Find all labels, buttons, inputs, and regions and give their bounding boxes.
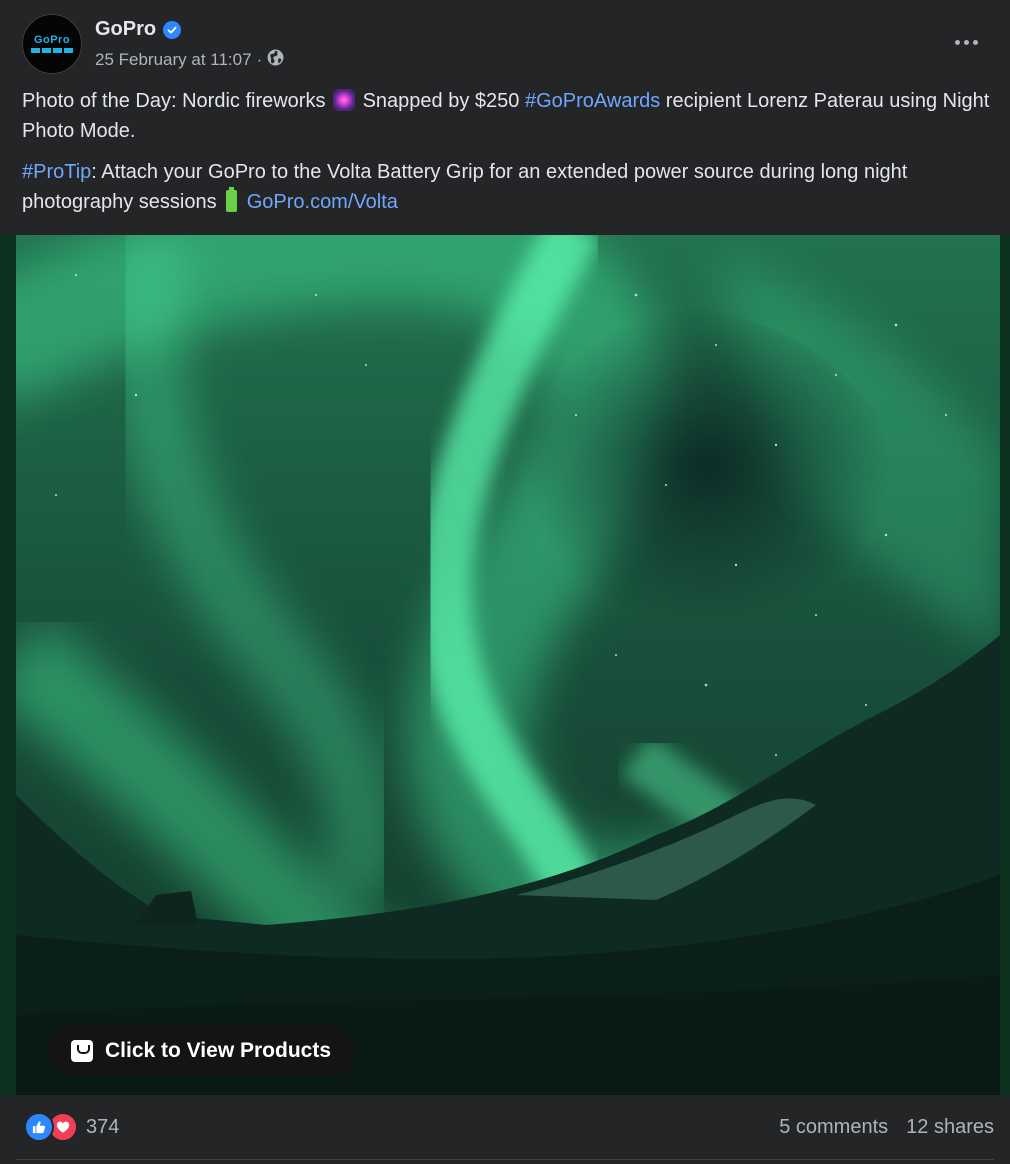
- like-reaction-icon: [24, 1112, 54, 1142]
- battery-emoji-icon: [226, 187, 238, 212]
- more-options-button[interactable]: [948, 26, 984, 58]
- aurora-photo: [16, 235, 1000, 1095]
- verified-badge-icon: [163, 20, 182, 39]
- post-footer: 374 5 comments 12 shares: [0, 1096, 1010, 1164]
- more-options-icon: [954, 39, 960, 45]
- post-paragraph-2: #ProTip: Attach your GoPro to the Volta …: [22, 161, 908, 213]
- shopping-bag-icon: [71, 1040, 93, 1062]
- post-meta: 25 February at 11:07 ·: [95, 49, 284, 71]
- post-paragraph-1: Photo of the Day: Nordic fireworks Snapp…: [22, 89, 990, 142]
- facebook-post: GoPro GoPro 25 February at 11:07 · Photo…: [0, 0, 1010, 1164]
- hashtag-link-protip[interactable]: #ProTip: [22, 161, 91, 183]
- hashtag-link-gopro-awards[interactable]: #GoProAwards: [525, 90, 660, 112]
- page-name-link[interactable]: GoPro: [95, 18, 156, 41]
- post-photo[interactable]: Click to View Products: [16, 235, 1000, 1095]
- avatar[interactable]: GoPro: [22, 14, 82, 74]
- view-products-label: Click to View Products: [105, 1039, 332, 1062]
- reaction-count: 374: [86, 1115, 120, 1138]
- post-timestamp[interactable]: 25 February at 11:07: [95, 50, 252, 70]
- globe-icon: [267, 49, 284, 71]
- comments-count-link[interactable]: 5 comments: [779, 1116, 888, 1139]
- view-products-button[interactable]: Click to View Products: [48, 1025, 356, 1077]
- meta-separator: ·: [256, 50, 263, 69]
- post-text: Photo of the Day: Nordic fireworks Snapp…: [22, 86, 997, 228]
- reactions-summary[interactable]: 374: [24, 1112, 119, 1142]
- gopro-logo: GoPro: [31, 35, 73, 53]
- engagement-stats: 5 comments 12 shares: [779, 1116, 994, 1139]
- post-photo-container: Click to View Products: [0, 235, 1010, 1095]
- volta-link[interactable]: GoPro.com/Volta: [247, 191, 398, 213]
- fireworks-emoji-icon: [333, 89, 356, 111]
- page-name: GoPro: [95, 18, 182, 41]
- footer-divider: [16, 1159, 994, 1160]
- shares-count-link[interactable]: 12 shares: [906, 1116, 994, 1139]
- post-header: GoPro GoPro 25 February at 11:07 ·: [22, 14, 994, 76]
